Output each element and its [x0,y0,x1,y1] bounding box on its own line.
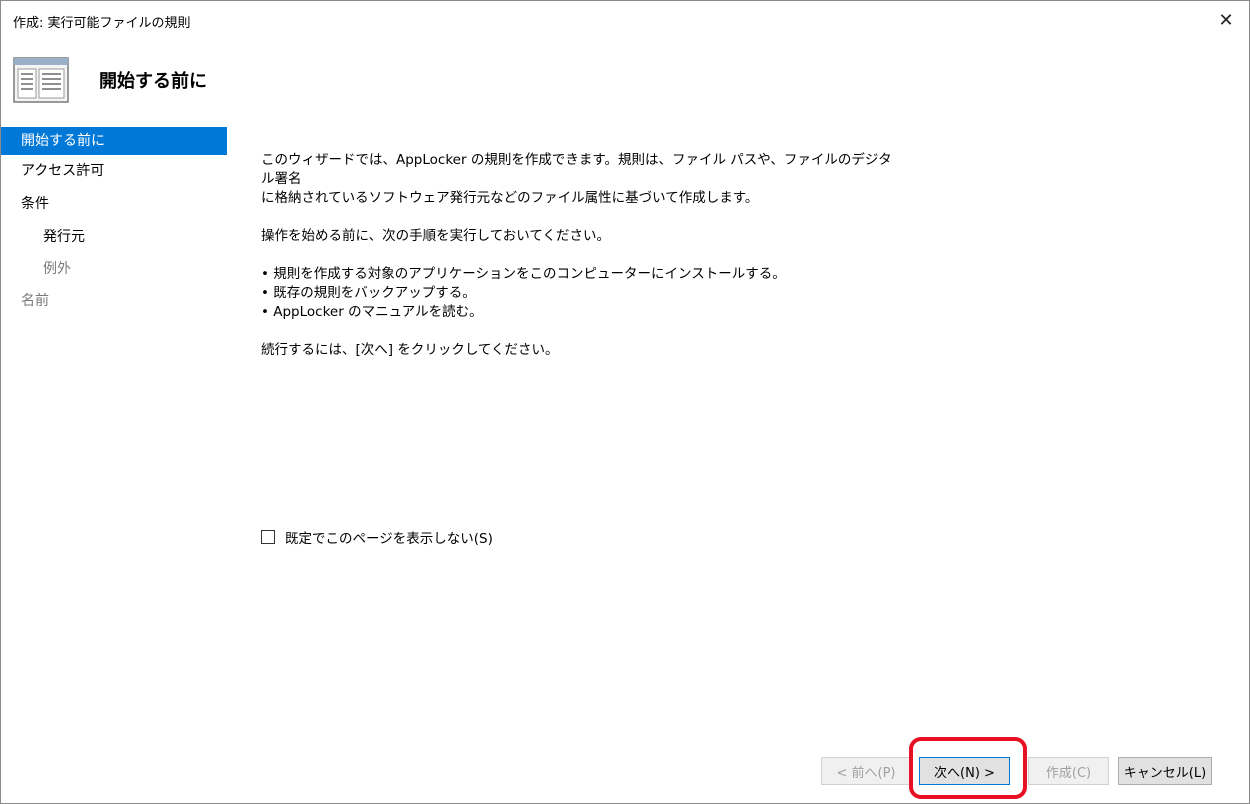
title-bar: 作成: 実行可能ファイルの規則 ✕ [1,1,1249,39]
close-icon: ✕ [1218,9,1234,31]
nav-step-before-you-begin[interactable]: 開始する前に [1,127,227,155]
page-title: 開始する前に [99,71,207,92]
wizard-window-icon [13,57,69,103]
bullet-item: • 規則を作成する対象のアプリケーションをこのコンピューターにインストールする。 [261,266,786,282]
next-button[interactable]: 次へ(N) > [919,757,1010,785]
dont-show-page-option[interactable]: 既定でこのページを表示しない(S) [261,527,493,547]
before-start-text: 操作を始める前に、次の手順を実行しておいてください。 [261,228,610,244]
continue-text: 続行するには、[次へ] をクリックしてください。 [261,342,559,358]
wizard-content: このウィザードでは、AppLocker の規則を作成できます。規則は、ファイル … [261,151,901,360]
back-button: < 前へ(P) [821,757,911,785]
nav-step-conditions[interactable]: 条件 [1,190,227,218]
nav-step-exceptions: 例外 [43,261,71,277]
nav-step-permissions[interactable]: アクセス許可 [1,157,227,185]
bullet-item: • 既存の規則をバックアップする。 [261,285,476,301]
nav-step-publisher[interactable]: 発行元 [1,223,227,251]
intro-text-line1: このウィザードでは、AppLocker の規則を作成できます。規則は、ファイル … [261,152,892,187]
create-button: 作成(C) [1028,757,1109,785]
dont-show-page-checkbox[interactable] [261,530,275,544]
cancel-button[interactable]: キャンセル(L) [1118,757,1212,785]
dont-show-page-label: 既定でこのページを表示しない(S) [285,531,493,547]
intro-text-line2: に格納されているソフトウェア発行元などのファイル属性に基づいて作成します。 [261,190,759,206]
nav-step-name: 名前 [21,293,49,309]
window-title: 作成: 実行可能ファイルの規則 [13,16,191,31]
wizard-window: 作成: 実行可能ファイルの規則 ✕ 開始する前に 開始する前に アクセス許可 条… [0,0,1250,804]
bullet-item: • AppLocker のマニュアルを読む。 [261,304,483,320]
wizard-header: 開始する前に [1,39,1249,119]
wizard-steps-nav: 開始する前に アクセス許可 条件 発行元 例外 名前 [1,127,227,327]
close-button[interactable]: ✕ [1203,1,1249,39]
